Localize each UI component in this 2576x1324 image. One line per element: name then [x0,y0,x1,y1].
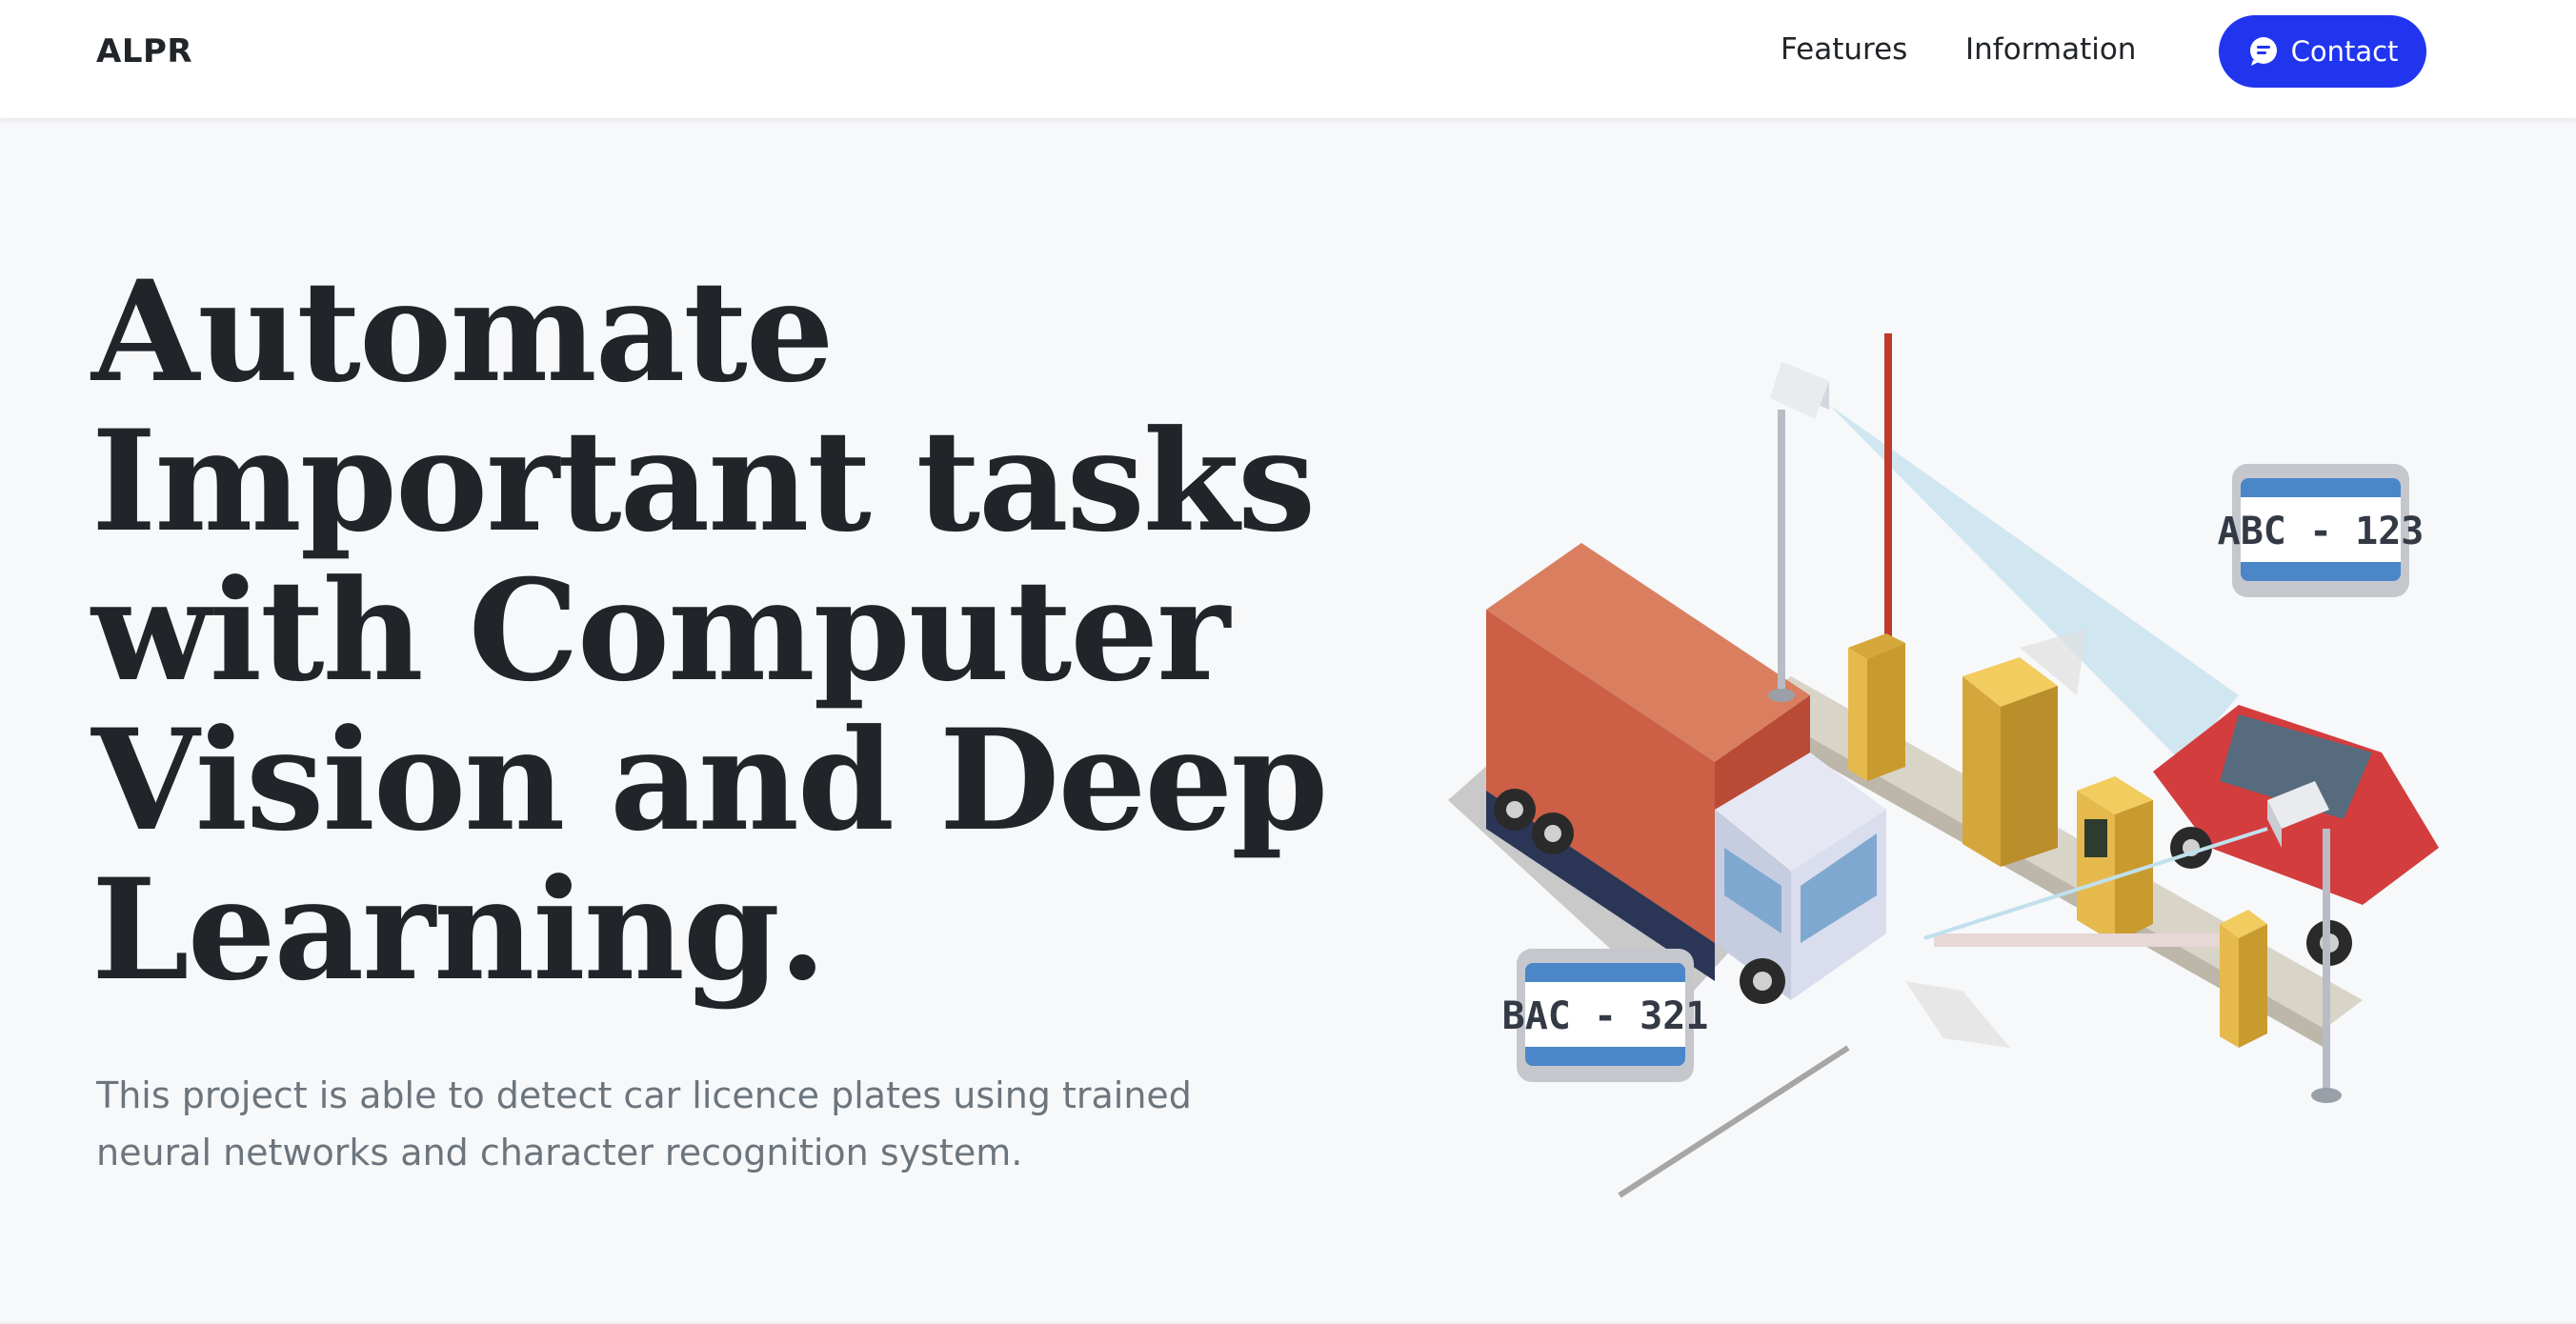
navbar: ALPR Features Information Contact [0,0,2576,118]
nav-link-features[interactable]: Features [1781,32,1907,67]
plate-abc-123: ABC - 123 [2218,510,2425,553]
nav-link-information[interactable]: Information [1965,32,2136,67]
brand-logo[interactable]: ALPR [96,32,192,70]
chat-bubble-icon [2247,35,2280,68]
plate-bac-321: BAC - 321 [1502,994,1709,1038]
alpr-illustration: ABC - 123 BAC - 321 [1448,333,2439,1198]
hero-title: Automate Important tasks with Computer V… [91,251,1328,1012]
contact-button-label: Contact [2290,35,2399,68]
contact-button[interactable]: Contact [2219,15,2426,88]
hero-subtitle: This project is able to detect car licen… [96,1074,1192,1174]
